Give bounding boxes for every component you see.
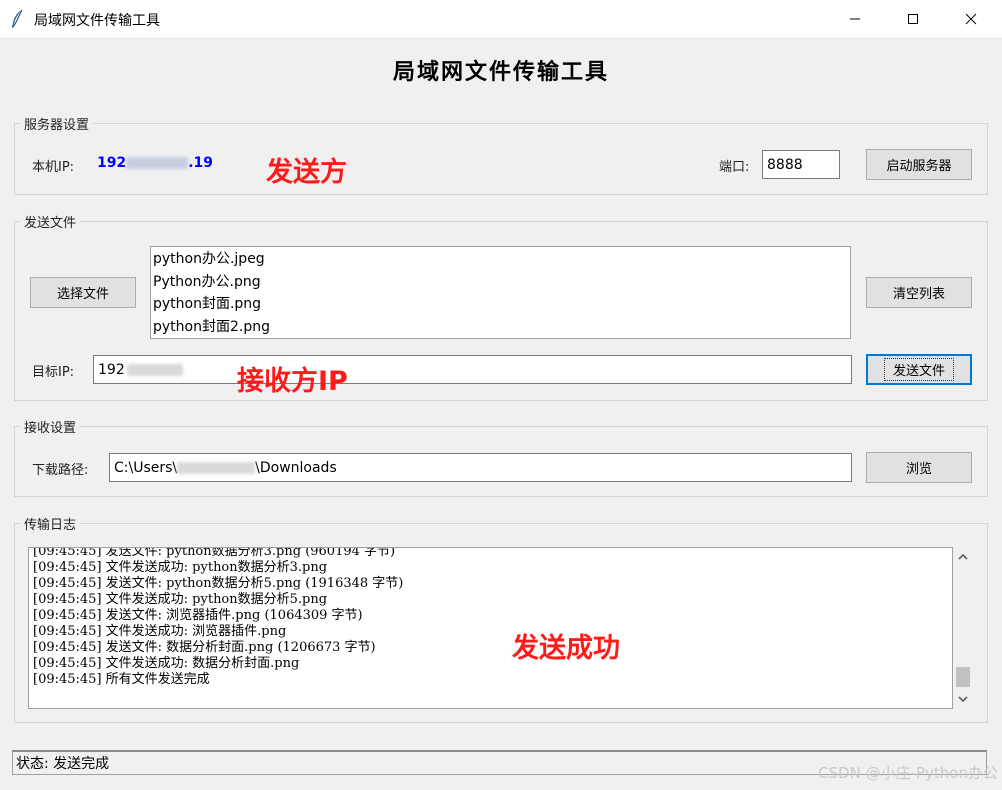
receive-settings-label: 接收设置	[20, 417, 81, 436]
transfer-log-label: 传输日志	[20, 514, 81, 533]
feather-icon	[12, 9, 23, 28]
target-ip-label: 目标IP:	[32, 365, 75, 380]
path-prefix: C:\Users\	[114, 459, 178, 476]
log-line: [09:45:45] 发送文件: python数据分析5.png (191634…	[33, 576, 404, 591]
port-label: 端口:	[719, 160, 750, 175]
minimize-icon	[850, 18, 860, 20]
log-line: [09:45:45] 文件发送成功: python数据分析3.png	[33, 560, 328, 575]
server-settings-label: 服务器设置	[20, 114, 94, 133]
list-item[interactable]: python办公.jpeg	[153, 248, 848, 271]
port-input[interactable]: 8888	[762, 150, 840, 179]
list-item[interactable]: Python办公.png	[153, 271, 848, 294]
local-ip-value: 192.19	[97, 155, 213, 171]
clear-list-button[interactable]: 清空列表	[866, 277, 972, 308]
chevron-down-icon	[958, 696, 968, 703]
download-path-label: 下载路径:	[32, 463, 89, 478]
local-ip-prefix: 192	[97, 155, 127, 171]
send-file-button-label: 发送文件	[883, 358, 954, 381]
list-item[interactable]: python封面.png	[153, 293, 848, 316]
browse-button[interactable]: 浏览	[866, 452, 972, 483]
maximize-button[interactable]	[884, 0, 942, 38]
page-title: 局域网文件传输工具	[392, 59, 609, 85]
download-path-input[interactable]: C:\Users\ \Downloads	[109, 453, 852, 482]
file-listbox[interactable]: python办公.jpeg Python办公.png python封面.png …	[150, 246, 851, 339]
log-line: [09:45:45] 发送文件: 数据分析封面.png (1206673 字节)	[33, 640, 376, 655]
annotation-receiver-ip: 接收方IP	[237, 366, 348, 397]
title-bar: 局域网文件传输工具	[0, 0, 1002, 39]
log-line: [09:45:45] 发送文件: 浏览器插件.png (1064309 字节)	[33, 608, 363, 623]
log-line: [09:45:45] 所有文件发送完成	[33, 672, 210, 687]
list-item[interactable]: python封面2.png	[153, 316, 848, 339]
log-line: [09:45:45] 文件发送成功: python数据分析5.png	[33, 592, 328, 607]
annotation-sender: 发送方	[266, 157, 347, 188]
log-line: [09:45:45] 发送文件: python数据分析3.png (960194…	[33, 547, 396, 559]
maximize-icon	[908, 14, 918, 24]
redacted-blur	[126, 157, 189, 169]
path-suffix: \Downloads	[255, 459, 337, 476]
redacted-blur	[126, 363, 183, 376]
start-server-button[interactable]: 启动服务器	[866, 149, 972, 180]
redacted-blur	[177, 461, 256, 474]
close-icon	[965, 13, 977, 25]
minimize-button[interactable]	[826, 0, 884, 38]
close-button[interactable]	[942, 0, 1000, 38]
log-scrollbar[interactable]	[953, 547, 973, 709]
chevron-up-icon	[958, 553, 968, 560]
log-textbox[interactable]: [09:45:45] 发送文件: python数据分析3.png (960194…	[28, 547, 953, 709]
scroll-thumb[interactable]	[956, 667, 970, 687]
local-ip-suffix: .19	[188, 155, 214, 171]
window-title: 局域网文件传输工具	[34, 13, 160, 29]
log-line: [09:45:45] 文件发送成功: 浏览器插件.png	[33, 624, 287, 639]
target-ip-input[interactable]: 192	[93, 355, 852, 384]
send-files-label: 发送文件	[20, 212, 81, 231]
scroll-down-button[interactable]	[953, 689, 973, 709]
annotation-success: 发送成功	[512, 633, 620, 664]
target-ip-prefix: 192	[98, 361, 125, 378]
watermark: CSDN @小庄-Python办公	[818, 764, 998, 782]
choose-file-button[interactable]: 选择文件	[30, 277, 136, 308]
send-file-button[interactable]: 发送文件	[866, 354, 972, 385]
local-ip-label: 本机IP:	[32, 160, 75, 175]
log-line: [09:45:45] 文件发送成功: 数据分析封面.png	[33, 656, 300, 671]
scroll-up-button[interactable]	[953, 547, 973, 567]
